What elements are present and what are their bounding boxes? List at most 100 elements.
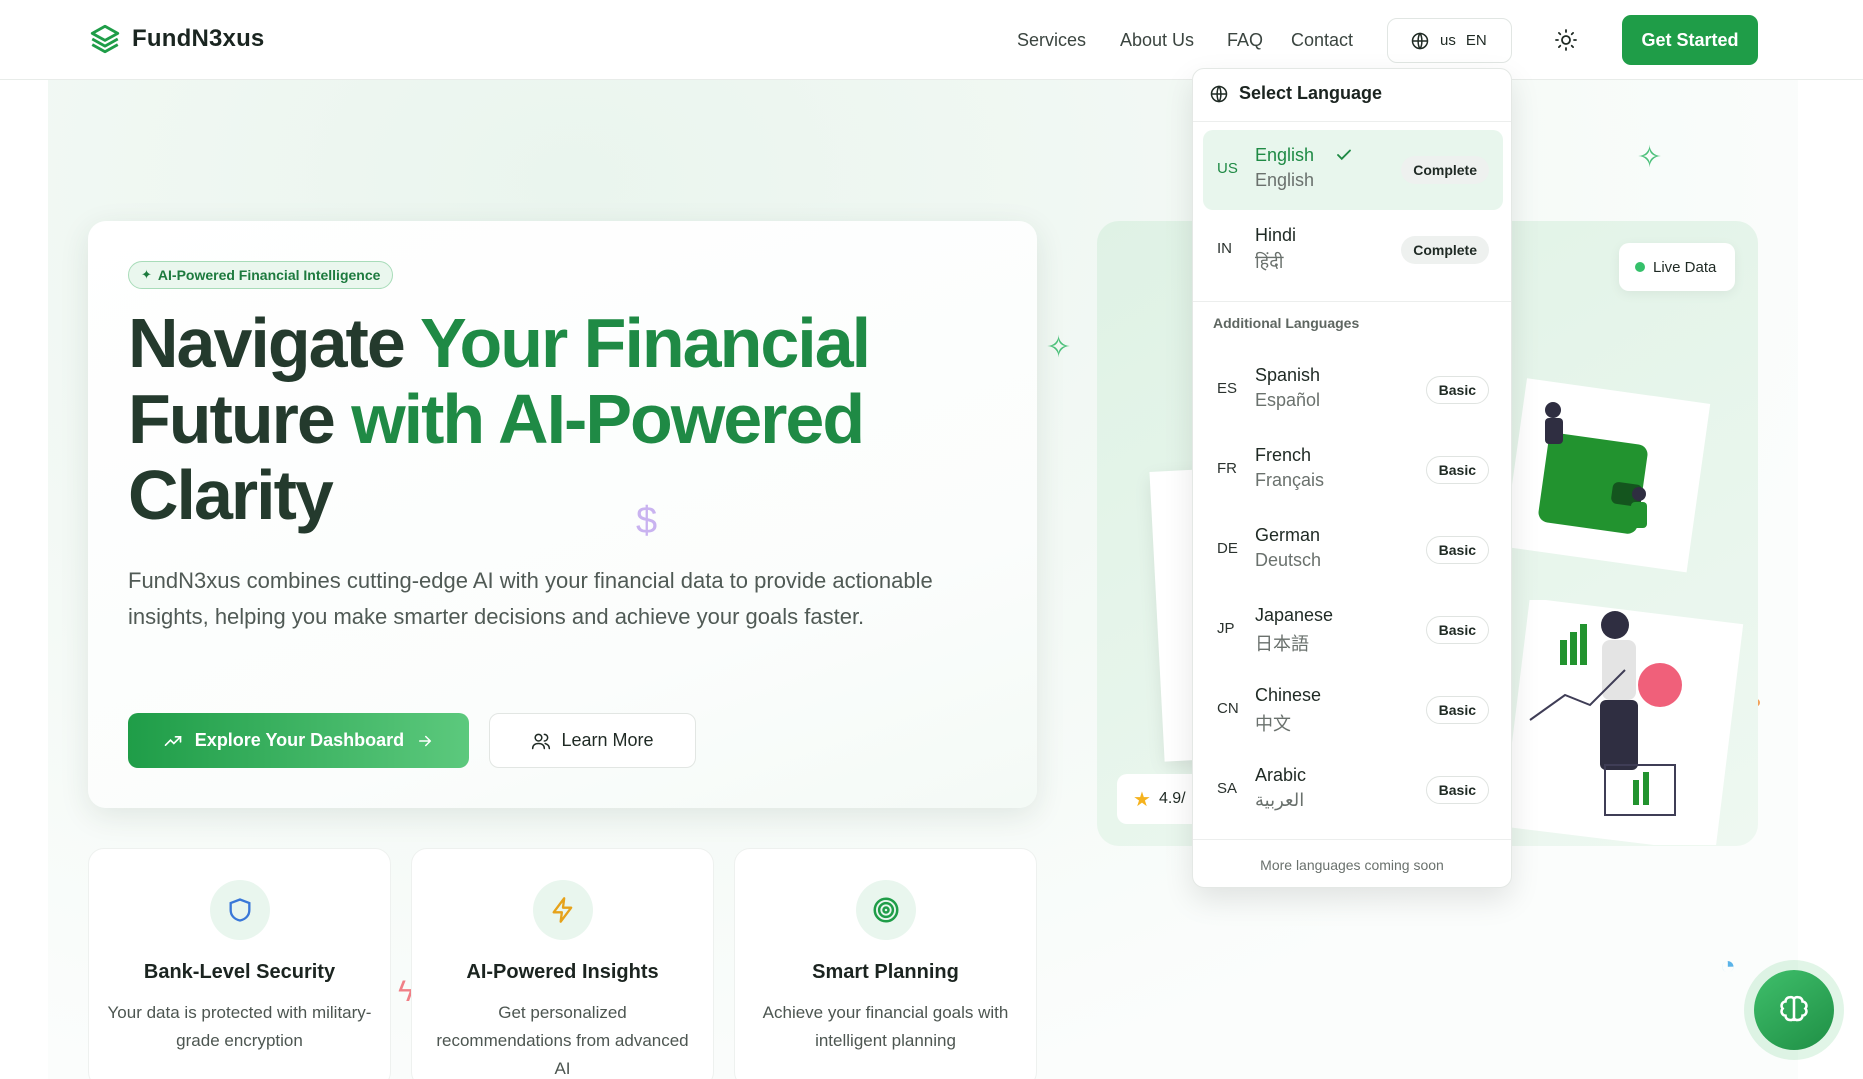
language-name: Chinese (1255, 685, 1322, 705)
language-option-french[interactable]: FR French Français Basic (1203, 430, 1503, 510)
support-level-badge: Basic (1425, 696, 1489, 724)
language-name: Spanish (1255, 365, 1321, 385)
learn-more-label: Learn More (561, 730, 654, 750)
language-native-name: Français (1255, 470, 1325, 490)
headline-part-accent: with AI-Powered (351, 380, 865, 458)
dropdown-title: Select Language (1239, 83, 1383, 103)
check-icon (1337, 149, 1351, 161)
star-icon: ★ (1133, 788, 1151, 811)
language-code: SA (1217, 780, 1238, 797)
divider (1193, 121, 1511, 122)
divider (1193, 301, 1511, 302)
hero-headline: Navigate Your Financial Future with AI-P… (128, 305, 948, 533)
brand-logo[interactable]: FundN3xus (88, 22, 264, 56)
learn-more-button[interactable]: Learn More (489, 713, 696, 768)
support-level-badge: Basic (1425, 376, 1489, 404)
rating-value: 4.9/ (1158, 790, 1186, 807)
nav-link-services[interactable]: Services (1017, 30, 1086, 51)
language-native-name: English (1255, 170, 1315, 190)
language-code: US (1217, 160, 1238, 177)
feature-title: AI-Powered Insights (466, 961, 659, 983)
language-flag: us (1440, 32, 1456, 49)
dropdown-header: Select Language (1209, 83, 1382, 104)
language-code: DE (1217, 540, 1238, 557)
language-name: Japanese (1255, 605, 1334, 625)
nav-link-contact[interactable]: Contact (1291, 30, 1353, 51)
language-code: ES (1217, 380, 1238, 397)
support-level-badge: Complete (1401, 236, 1489, 264)
get-started-button[interactable]: Get Started (1622, 15, 1758, 65)
sparkle-icon: ✦ (141, 267, 152, 282)
feature-title: Bank-Level Security (143, 961, 336, 983)
language-native-name: हिंदी (1255, 252, 1284, 272)
hero-badge-label: AI-Powered Financial Intelligence (157, 267, 381, 283)
timer-icon: ◔ (1720, 950, 1736, 980)
language-name: Arabic (1255, 765, 1307, 785)
language-native-name: Español (1255, 390, 1321, 410)
language-switcher-button[interactable]: us EN (1387, 18, 1512, 63)
hero-badge: ✦ AI-Powered Financial Intelligence (128, 261, 394, 289)
wallet-illustration (1505, 378, 1711, 573)
live-data-badge: Live Data (1619, 243, 1735, 291)
ai-assistant-button[interactable] (1754, 970, 1834, 1050)
feature-card-planning: Smart Planning Achieve your financial go… (734, 848, 1037, 1079)
shield-icon (210, 880, 270, 940)
users-icon (532, 733, 551, 749)
language-name: English (1255, 145, 1315, 165)
language-name: German (1255, 525, 1321, 545)
language-name: Hindi (1255, 225, 1297, 245)
feature-title: Smart Planning (812, 961, 959, 983)
hero-description: FundN3xus combines cutting-edge AI with … (128, 568, 933, 629)
explore-dashboard-button[interactable]: Explore Your Dashboard (128, 713, 469, 768)
language-native-name: 日本語 (1255, 634, 1309, 654)
headline-part: Navigate (128, 304, 420, 382)
target-icon (856, 880, 916, 940)
language-option-spanish[interactable]: ES Spanish Español Basic (1203, 350, 1503, 430)
globe-icon (1210, 84, 1228, 103)
dollar-sign-icon: $ (636, 500, 658, 542)
support-level-badge: Basic (1425, 536, 1489, 564)
layers-icon (90, 24, 120, 54)
headline-part-accent: Your Financial (419, 304, 871, 382)
brain-icon (1780, 995, 1808, 1022)
dropdown-footer: More languages coming soon (1260, 857, 1444, 873)
live-data-label: Live Data (1653, 258, 1717, 276)
feature-card-security: Bank-Level Security Your data is protect… (88, 848, 391, 1079)
live-status-dot (1635, 262, 1645, 272)
headline-part: Future (128, 380, 352, 458)
language-native-name: Deutsch (1255, 550, 1322, 570)
nav-link-faq[interactable]: FAQ (1227, 30, 1263, 51)
language-code: IN (1217, 240, 1232, 257)
support-level-badge: Basic (1425, 776, 1489, 804)
sparkle-icon: ✧ (1046, 331, 1072, 364)
language-option-english[interactable]: US English English Complete (1203, 130, 1503, 210)
sun-icon[interactable] (1554, 28, 1578, 52)
feature-description: Your data is protected with military-gra… (107, 1003, 372, 1050)
feature-description: Achieve your financial goals with intell… (762, 1003, 1009, 1050)
language-native-name: العربية (1255, 790, 1305, 810)
explore-dashboard-label: Explore Your Dashboard (194, 730, 405, 750)
additional-languages-label: Additional Languages (1213, 315, 1360, 331)
support-level-badge: Basic (1425, 616, 1489, 644)
feature-description: Get personalized recommendations from ad… (436, 1003, 689, 1078)
lightning-icon (533, 880, 593, 940)
support-level-badge: Complete (1401, 156, 1489, 184)
language-code: FR (1217, 460, 1237, 477)
language-dropdown: Select Language US English English Compl… (1192, 68, 1512, 888)
language-name: French (1255, 445, 1312, 465)
language-option-arabic[interactable]: SA Arabic العربية Basic (1203, 750, 1503, 830)
sparkle-icon: ✧ (1637, 141, 1663, 174)
arrow-right-icon (419, 735, 432, 746)
top-navbar: FundN3xus Services About Us FAQ Contact … (0, 0, 1863, 80)
language-option-chinese[interactable]: CN Chinese 中文 Basic (1203, 670, 1503, 750)
analytics-person-illustration (1505, 600, 1744, 845)
nav-link-about[interactable]: About Us (1120, 30, 1194, 51)
language-option-hindi[interactable]: IN Hindi हिंदी Complete (1203, 210, 1503, 290)
language-code: EN (1465, 32, 1487, 49)
divider (1193, 839, 1511, 840)
language-code: CN (1217, 700, 1239, 717)
language-code: JP (1217, 620, 1235, 637)
language-option-german[interactable]: DE German Deutsch Basic (1203, 510, 1503, 590)
globe-icon (1411, 31, 1429, 50)
language-option-japanese[interactable]: JP Japanese 日本語 Basic (1203, 590, 1503, 670)
